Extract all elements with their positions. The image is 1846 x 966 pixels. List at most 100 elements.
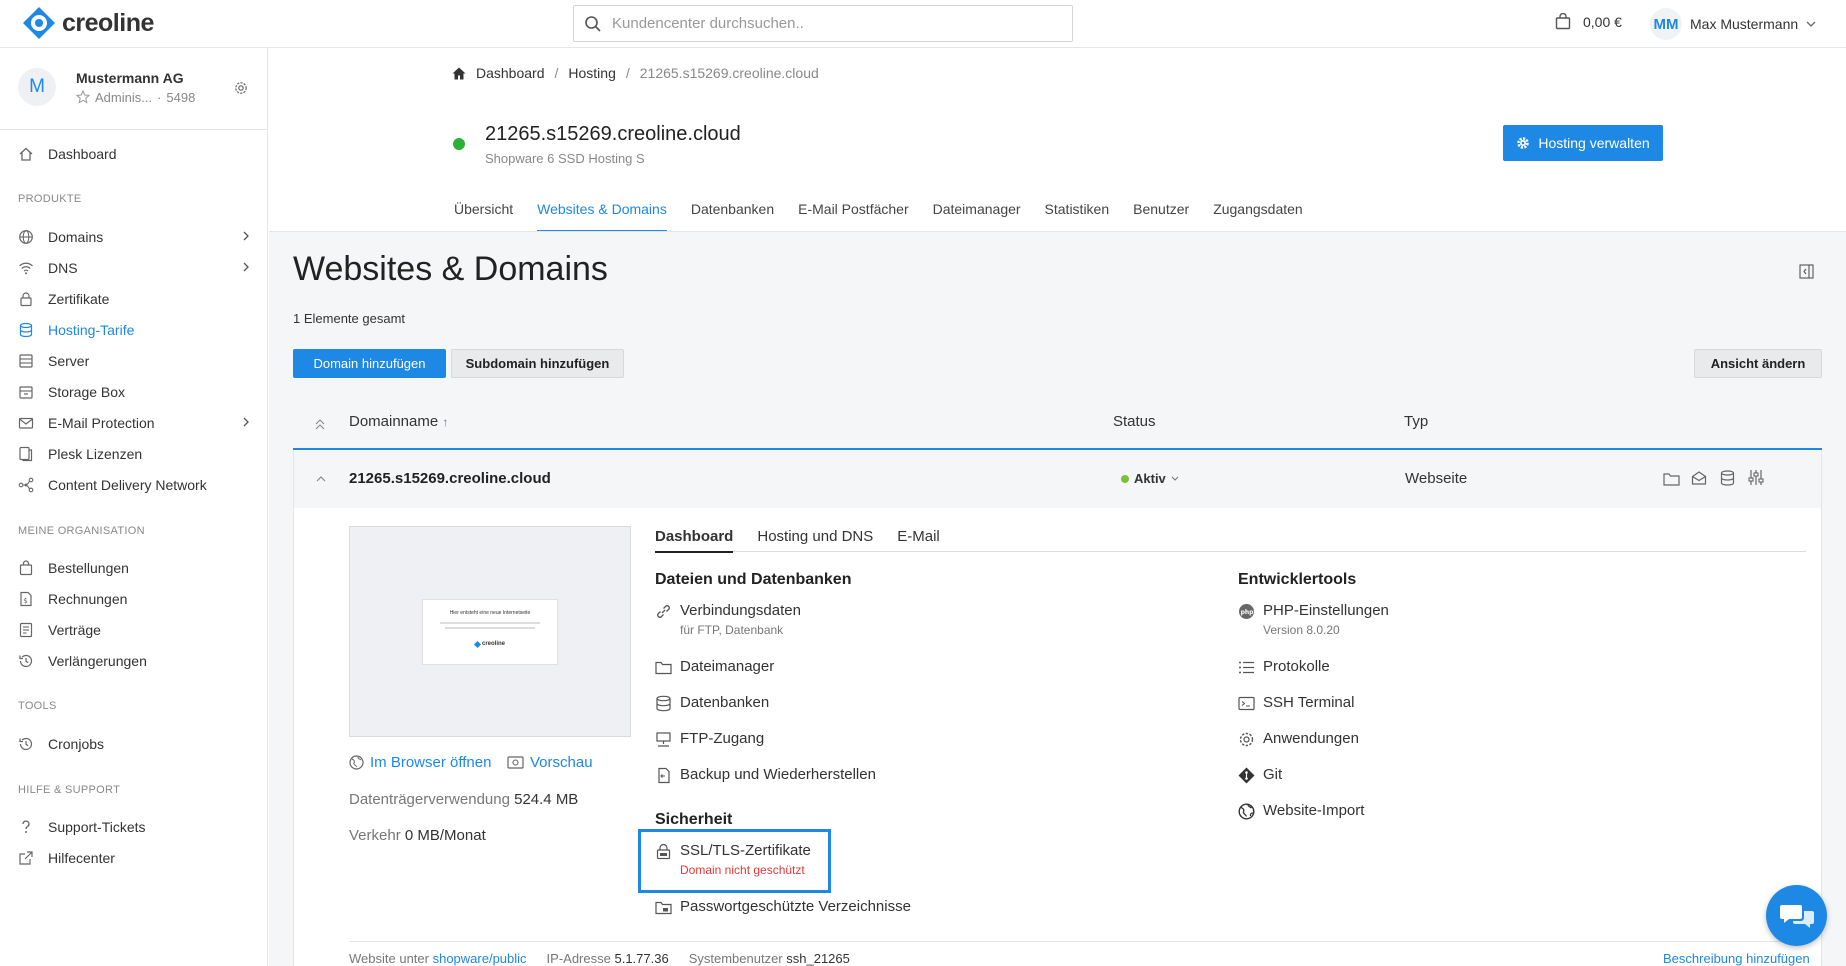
wifi-icon	[19, 262, 33, 275]
creoline-logo[interactable]: creoline	[22, 6, 154, 40]
git-label: Git	[1263, 766, 1283, 783]
sidebar-item-label: DNS	[48, 260, 78, 276]
table-row[interactable]: 21265.s15269.creoline.cloud Aktiv Websei…	[293, 450, 1822, 508]
sidebar-item-hosting[interactable]: Hosting-Tarife	[18, 322, 250, 338]
gear-icon[interactable]	[234, 81, 248, 95]
mail-open-icon[interactable]	[1691, 470, 1707, 486]
breadcrumb-dashboard[interactable]: Dashboard	[476, 65, 545, 81]
tab-users[interactable]: Benutzer	[1121, 200, 1201, 232]
sidebar-item-email-protection[interactable]: E-Mail Protection	[18, 415, 250, 431]
folder-icon[interactable]	[1663, 471, 1680, 486]
sidebar-item-plesk[interactable]: Plesk Lizenzen	[18, 446, 250, 462]
preview-label: Vorschau	[530, 754, 593, 771]
protected-directories-item[interactable]: Passwortgeschützte Verzeichnisse	[655, 898, 911, 916]
search-input[interactable]	[612, 15, 1052, 32]
file-manager-item[interactable]: Dateimanager	[655, 658, 774, 676]
add-domain-button[interactable]: Domain hinzufügen	[293, 349, 446, 378]
sidebar-item-helpcenter[interactable]: Hilfecenter	[18, 850, 250, 866]
databases-item[interactable]: Datenbanken	[655, 694, 769, 712]
row-type: Webseite	[1405, 470, 1468, 487]
change-view-button[interactable]: Ansicht ändern	[1694, 349, 1822, 378]
ftp-access-label: FTP-Zugang	[680, 730, 765, 747]
chat-button[interactable]	[1766, 885, 1827, 946]
column-domain[interactable]: Domainname ↑	[349, 413, 448, 430]
sidebar-item-storage-box[interactable]: Storage Box	[18, 384, 250, 400]
manage-hosting-button[interactable]: Hosting verwalten	[1503, 125, 1663, 161]
connection-data-label: Verbindungsdaten	[680, 602, 801, 619]
cart[interactable]: 0,00 €	[1555, 13, 1622, 30]
tab-email[interactable]: E-Mail	[897, 528, 940, 552]
php-settings-item[interactable]: php PHP-Einstellungen Version 8.0.20	[1238, 602, 1389, 637]
collapse-panel-icon[interactable]	[1799, 264, 1814, 279]
preview-link[interactable]: Vorschau	[507, 754, 593, 771]
tab-websites-domains[interactable]: Websites & Domains	[525, 200, 679, 232]
sidebar-item-orders[interactable]: Bestellungen	[18, 560, 250, 576]
page-title: Websites & Domains	[293, 250, 608, 288]
preview-logo-text: creoline	[481, 641, 505, 647]
organization-switcher[interactable]: M Mustermann AG Adminis... · 5498	[18, 68, 195, 106]
tab-hosting-dns[interactable]: Hosting und DNS	[757, 528, 873, 552]
backup-restore-item[interactable]: Backup und Wiederherstellen	[655, 766, 876, 784]
applications-item[interactable]: Anwendungen	[1238, 730, 1359, 748]
connection-data-item[interactable]: Verbindungsdaten für FTP, Datenbank	[655, 602, 801, 637]
divider	[0, 129, 268, 130]
storage-icon	[19, 386, 33, 399]
collapse-all-icon[interactable]	[315, 419, 325, 431]
chevron-up-icon[interactable]	[316, 475, 326, 482]
settings-sliders-icon[interactable]	[1748, 469, 1764, 486]
user-menu[interactable]: MM Max Mustermann	[1650, 8, 1816, 40]
add-subdomain-button[interactable]: Subdomain hinzufügen	[451, 349, 624, 378]
cart-amount: 0,00 €	[1583, 13, 1622, 30]
sidebar-item-label: Zertifikate	[48, 291, 110, 307]
tab-file-manager[interactable]: Dateimanager	[921, 200, 1033, 232]
folder-lock-icon	[655, 901, 672, 915]
sidebar-item-certificates[interactable]: Zertifikate	[18, 291, 250, 307]
tab-databases[interactable]: Datenbanken	[679, 200, 786, 232]
tab-dashboard[interactable]: Dashboard	[655, 528, 734, 553]
search-box[interactable]	[573, 5, 1073, 42]
database-icon[interactable]	[1720, 470, 1735, 486]
shopping-bag-icon	[1555, 13, 1571, 30]
sidebar-item-dns[interactable]: DNS	[18, 260, 250, 276]
sidebar-item-dashboard[interactable]: Dashboard	[18, 146, 250, 162]
tab-credentials[interactable]: Zugangsdaten	[1201, 200, 1315, 232]
tab-overview[interactable]: Übersicht	[454, 200, 525, 232]
terminal-icon	[1238, 696, 1255, 711]
row-domain[interactable]: 21265.s15269.creoline.cloud	[349, 470, 551, 487]
ftp-access-item[interactable]: FTP-Zugang	[655, 730, 764, 748]
git-item[interactable]: Git	[1238, 766, 1282, 784]
divider	[349, 941, 1806, 942]
brand-name: creoline	[62, 8, 154, 37]
column-status: Status	[1113, 413, 1156, 430]
contract-icon	[19, 622, 33, 638]
sidebar-item-cronjobs[interactable]: Cronjobs	[18, 736, 250, 752]
sidebar-item-contracts[interactable]: Verträge	[18, 622, 250, 638]
chevron-right-icon	[243, 262, 249, 272]
tab-statistics[interactable]: Statistiken	[1033, 200, 1122, 232]
website-import-item[interactable]: Website-Import	[1238, 802, 1364, 820]
sidebar-item-label: Hilfecenter	[48, 850, 115, 866]
gear-icon	[1239, 732, 1254, 747]
sidebar-item-invoices[interactable]: $ Rechnungen	[18, 591, 250, 607]
manage-hosting-label: Hosting verwalten	[1538, 135, 1650, 151]
org-id: 5498	[166, 89, 196, 105]
breadcrumb-hosting[interactable]: Hosting	[568, 65, 615, 81]
tab-email-mailboxes[interactable]: E-Mail Postfächer	[786, 200, 920, 232]
footer-website-value[interactable]: shopware/public	[433, 951, 527, 966]
sidebar-item-renewals[interactable]: Verlängerungen	[18, 653, 250, 669]
logs-item[interactable]: Protokolle	[1238, 658, 1330, 676]
open-in-browser-link[interactable]: Im Browser öffnen	[349, 754, 491, 771]
table-header: Domainname ↑ Status Typ	[293, 403, 1822, 450]
sidebar-item-server[interactable]: Server	[18, 353, 250, 369]
sidebar-item-domains[interactable]: Domains	[18, 229, 250, 245]
home-icon[interactable]	[452, 67, 466, 80]
chevron-down-icon	[1171, 476, 1179, 481]
status-dropdown[interactable]: Aktiv	[1121, 471, 1179, 486]
add-description-link[interactable]: Beschreibung hinzufügen	[1663, 951, 1810, 966]
ssh-terminal-item[interactable]: SSH Terminal	[1238, 694, 1354, 712]
section-title-devtools: Entwicklertools	[1238, 571, 1357, 588]
git-icon	[1238, 767, 1255, 784]
sidebar-item-support-tickets[interactable]: Support-Tickets	[18, 819, 250, 835]
sidebar-item-cdn[interactable]: Content Delivery Network	[18, 477, 250, 493]
bag-icon	[19, 560, 33, 576]
